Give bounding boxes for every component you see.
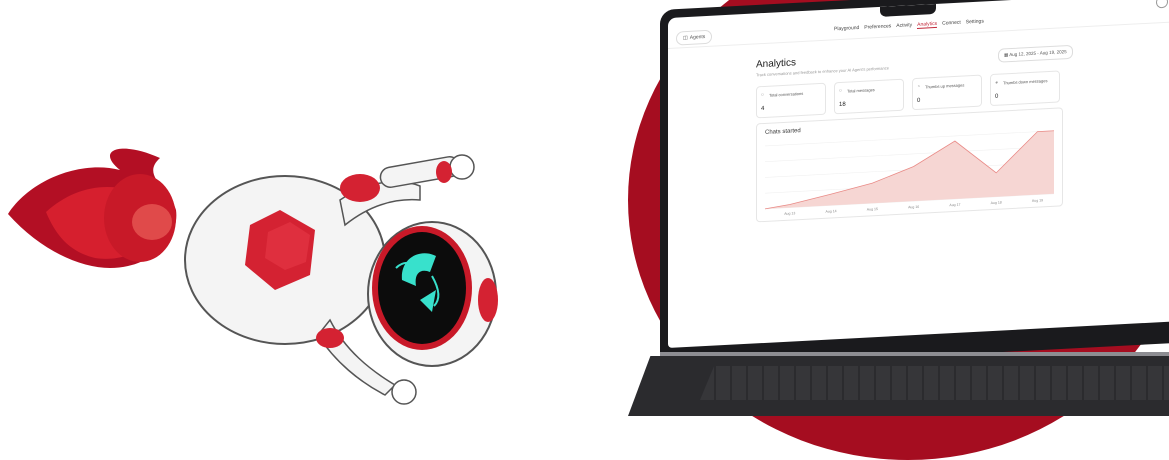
- tab-preferences[interactable]: Preferences: [864, 23, 891, 31]
- tab-connect[interactable]: Connect: [942, 20, 961, 28]
- chats-started-chart: Chats started Aug 13 Aug 14 Aug 15 Aug 16 Au…: [756, 107, 1063, 223]
- stat-label: Thumbs up messages: [925, 82, 965, 90]
- keyboard-keys: [700, 366, 1169, 400]
- agents-label: Agents: [689, 34, 706, 41]
- chart-svg: Aug 13 Aug 14 Aug 15 Aug 16 Aug 17 Aug 18 Aug …: [764, 130, 1054, 216]
- x-tick-label: Aug 13: [784, 211, 795, 216]
- thumbs-down-icon: ◕: [995, 79, 999, 86]
- x-tick-label: Aug 16: [908, 205, 919, 210]
- scene: ◫ Agents Playground Preferences Activity…: [0, 0, 1169, 460]
- tab-settings[interactable]: Settings: [966, 18, 984, 26]
- stat-value: 4: [761, 105, 765, 113]
- x-tick-label: Aug 15: [867, 207, 878, 212]
- x-tick-label: Aug 17: [949, 203, 960, 208]
- chat-icon: ○: [761, 91, 765, 99]
- stat-card-thumbs-down: ◕ Thumbs down messages 0: [990, 70, 1060, 107]
- stat-value: 0: [917, 97, 921, 104]
- thumbs-up-icon: ◔: [917, 83, 921, 90]
- x-tick-label: Aug 18: [991, 201, 1002, 206]
- nav-tabs: Playground Preferences Activity Analytic…: [834, 18, 984, 33]
- tab-playground[interactable]: Playground: [834, 25, 859, 33]
- stat-label: Thumbs down messages: [1003, 78, 1048, 86]
- x-tick-label: Aug 14: [826, 209, 837, 214]
- stat-card-conversations: ○ Total conversations 4: [756, 82, 826, 119]
- message-icon: ○: [839, 87, 843, 95]
- tab-activity[interactable]: Activity: [896, 22, 912, 30]
- stat-card-messages: ○ Total messages 18: [834, 78, 904, 115]
- stat-card-thumbs-up: ◔ Thumbs up messages 0: [912, 74, 982, 111]
- stat-value: 18: [839, 101, 846, 109]
- x-tick-label: Aug 19: [1032, 198, 1043, 203]
- stat-label: Total messages: [847, 87, 875, 94]
- user-avatar-icon[interactable]: [1156, 0, 1168, 9]
- area-series: [765, 130, 1054, 209]
- stat-label: Total conversations: [769, 90, 804, 98]
- page-title: Analytics: [756, 57, 797, 71]
- agents-icon: ◫: [683, 34, 688, 42]
- agents-button[interactable]: ◫ Agents: [676, 29, 713, 46]
- date-range-picker[interactable]: ▦ Aug 12, 2025 - Aug 19, 2025: [998, 44, 1073, 63]
- laptop-screen: ◫ Agents Playground Preferences Activity…: [668, 0, 1169, 348]
- calendar-icon: ▦: [1004, 52, 1009, 58]
- tab-analytics[interactable]: Analytics: [917, 20, 938, 29]
- laptop: ◫ Agents Playground Preferences Activity…: [0, 0, 1169, 416]
- date-range-label: Aug 12, 2025 - Aug 19, 2025: [1009, 49, 1067, 58]
- stat-value: 0: [995, 93, 999, 100]
- grid-line: [765, 130, 1054, 147]
